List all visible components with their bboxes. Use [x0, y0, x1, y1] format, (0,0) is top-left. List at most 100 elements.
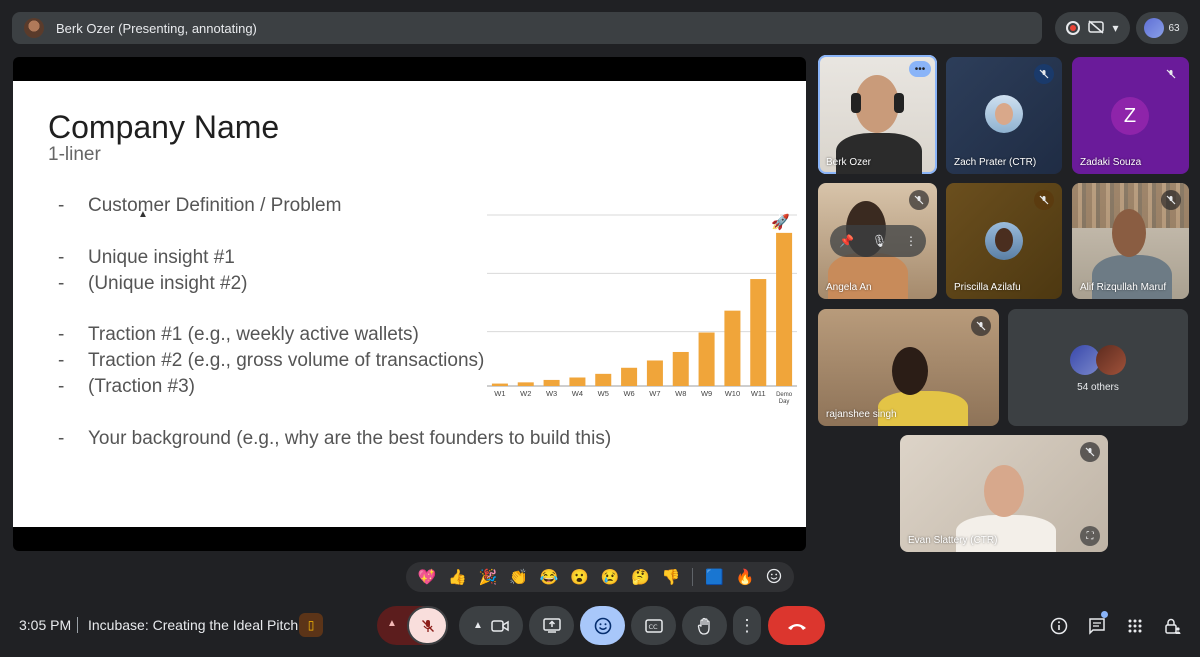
- mic-off-icon: [971, 316, 991, 336]
- chart-bar: [569, 377, 586, 386]
- chart-tick-label: Day: [779, 399, 790, 405]
- participant-tile-angela-an[interactable]: 📌 🎙 ⋮ Angela An: [818, 183, 937, 299]
- divider: [77, 617, 78, 633]
- participant-tile-alif-maruf[interactable]: Alif Rizqullah Maruf: [1072, 183, 1189, 299]
- camera-button[interactable]: ▲: [459, 606, 523, 645]
- skin-tone-reaction[interactable]: 🟦: [705, 570, 724, 585]
- others-label: 54 others: [1077, 382, 1119, 393]
- more-options-button[interactable]: ⋮: [733, 606, 761, 645]
- leave-call-button[interactable]: [768, 606, 825, 645]
- hand-icon: [697, 617, 710, 635]
- traction-chart: W1 W2 W3 W4 W5 W6 W7 W8 W9 W10 W11 Demo Day 🚀: [473, 211, 803, 416]
- participant-face: [1112, 209, 1146, 257]
- apps-grid-icon: [1128, 619, 1142, 633]
- people-avatars-icon: [1144, 18, 1165, 38]
- people-button[interactable]: 63: [1136, 12, 1188, 44]
- meeting-details-button[interactable]: [1048, 615, 1070, 637]
- more-vert-icon: ⋮: [738, 615, 756, 635]
- mic-off-icon[interactable]: 🎙: [872, 234, 887, 248]
- participant-tile-priscilla-azilafu[interactable]: Priscilla Azilafu: [946, 183, 1062, 299]
- thumbs-up-reaction[interactable]: 👍: [448, 570, 467, 585]
- chart-tick-label: Demo: [776, 392, 793, 398]
- chevron-up-icon[interactable]: ▲: [473, 620, 483, 631]
- chart-tick-label: W5: [598, 389, 609, 398]
- chevron-up-icon[interactable]: ▲: [387, 618, 397, 629]
- mic-off-icon: [909, 190, 929, 210]
- add-reaction-icon[interactable]: [766, 568, 782, 587]
- thinking-reaction[interactable]: 🤔: [631, 570, 650, 585]
- more-options-icon[interactable]: •••: [909, 61, 931, 77]
- participant-face: [855, 75, 899, 133]
- party-popper-reaction[interactable]: 🎉: [479, 570, 498, 585]
- slide-bullet: - Your background (e.g., why are the best…: [58, 428, 612, 449]
- recording-icon[interactable]: [1066, 21, 1081, 35]
- slide-bullet: - Unique insight #1: [58, 247, 235, 268]
- chart-bar: [776, 232, 793, 386]
- avatar: [985, 95, 1023, 133]
- presenter-bar[interactable]: Berk Ozer (Presenting, annotating): [12, 12, 1042, 44]
- divider: [692, 568, 694, 586]
- participant-tile-evan-slattery[interactable]: ⛶ Evan Slattery (CTR): [900, 435, 1108, 552]
- participant-name: rajanshee singh: [826, 409, 897, 420]
- crying-reaction[interactable]: 😢: [601, 570, 620, 585]
- presenter-title: Berk Ozer (Presenting, annotating): [56, 20, 257, 36]
- captions-off-icon[interactable]: [1088, 20, 1105, 36]
- mic-off-icon: [1080, 442, 1100, 462]
- chart-bar: [646, 360, 663, 386]
- svg-text:CC: CC: [648, 623, 658, 631]
- thumbs-down-reaction[interactable]: 👎: [662, 570, 681, 585]
- participant-video: [956, 515, 1056, 552]
- reactions-button[interactable]: [580, 606, 625, 645]
- chart-tick-label: W4: [572, 389, 583, 398]
- slide-bullet: - (Traction #3): [58, 376, 195, 397]
- crop-icon[interactable]: ⛶: [1080, 526, 1100, 546]
- chevron-down-icon[interactable]: ▾: [1112, 22, 1118, 34]
- participant-tile-others[interactable]: 54 others: [1008, 309, 1188, 426]
- participant-tile-rajanshee-singh[interactable]: rajanshee singh: [818, 309, 999, 426]
- participant-name: Zach Prater (CTR): [954, 157, 1037, 168]
- chart-bar: [750, 279, 767, 386]
- chart-tick-label: W6: [623, 389, 634, 398]
- fire-reaction[interactable]: 🔥: [736, 570, 755, 585]
- pin-icon[interactable]: 📌: [839, 234, 854, 248]
- participant-tile-zadaki-souza[interactable]: Z Zadaki Souza: [1072, 57, 1189, 174]
- surprised-reaction[interactable]: 😮: [570, 570, 589, 585]
- tile-hover-controls[interactable]: 📌 🎙 ⋮: [830, 225, 926, 257]
- info-icon: [1050, 617, 1068, 635]
- slide-bullet: - Customer Definition / Problem: [58, 195, 342, 216]
- clock: 3:05 PM: [19, 617, 72, 633]
- chat-button[interactable]: [1086, 615, 1108, 637]
- participant-tile-zach-prater[interactable]: Zach Prater (CTR): [946, 57, 1062, 174]
- breakout-room-icon[interactable]: ▯: [299, 613, 323, 637]
- slide-subtitle: 1-liner: [48, 144, 101, 165]
- mic-toggle-button[interactable]: [407, 606, 448, 645]
- clapping-reaction[interactable]: 👏: [509, 570, 528, 585]
- activities-button[interactable]: [1124, 615, 1146, 637]
- slide-bullet: - (Unique insight #2): [58, 273, 248, 294]
- chart-bar: [698, 332, 715, 386]
- participant-tile-berk-ozer[interactable]: ••• Berk Ozer: [818, 55, 937, 174]
- avatar: [1096, 345, 1126, 375]
- cursor-icon: ▲: [138, 209, 148, 220]
- slide-bullet: - Traction #1 (e.g., weekly active wallet…: [58, 324, 419, 345]
- participant-name: Priscilla Azilafu: [954, 282, 1021, 293]
- present-screen-button[interactable]: [529, 606, 574, 645]
- chart-bar: [672, 351, 689, 386]
- participant-name: Alif Rizqullah Maruf: [1080, 282, 1167, 293]
- laughing-reaction[interactable]: 😂: [540, 570, 559, 585]
- sparkling-heart-reaction[interactable]: 💖: [418, 570, 437, 585]
- mic-off-icon: [1034, 190, 1054, 210]
- slide-title: Company Name: [48, 109, 280, 145]
- raise-hand-button[interactable]: [682, 606, 727, 645]
- participant-name: Evan Slattery (CTR): [908, 535, 998, 546]
- avatar-face: [995, 103, 1013, 125]
- chart-bar: [621, 367, 638, 386]
- host-controls-button[interactable]: [1162, 615, 1184, 637]
- reactions-bar: 💖 👍 🎉 👏 😂 😮 😢 🤔 👎 🟦 🔥: [406, 562, 794, 592]
- participant-face: [892, 347, 928, 395]
- more-vert-icon[interactable]: ⋮: [905, 234, 917, 248]
- recording-controls[interactable]: ▾: [1055, 12, 1130, 44]
- camera-icon: [491, 619, 509, 632]
- chart-tick-label: W3: [546, 389, 557, 398]
- captions-button[interactable]: CC: [631, 606, 676, 645]
